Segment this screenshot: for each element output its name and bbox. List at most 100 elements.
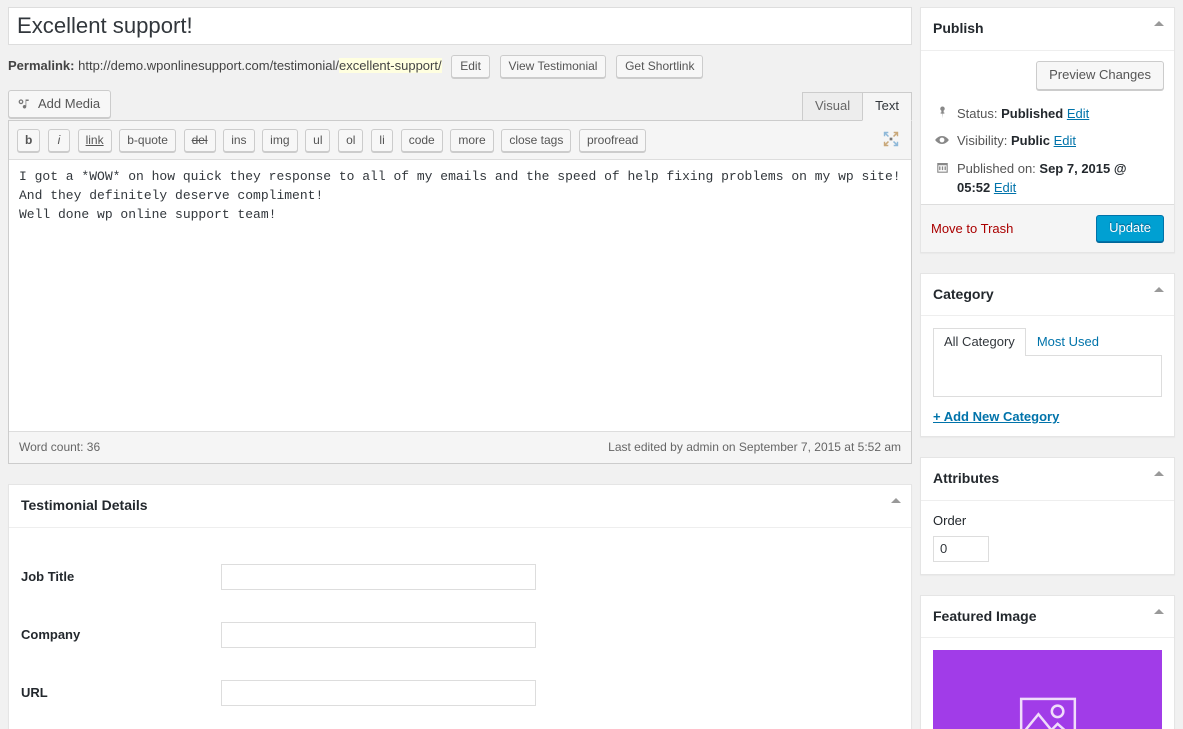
quicktag-img[interactable]: img <box>262 129 298 153</box>
chevron-up-icon[interactable] <box>891 498 901 504</box>
quicktags-toolbar: b i link b-quote del ins img ul ol li co… <box>9 121 911 161</box>
featured-image-body: NEWS featured image <box>921 638 1174 729</box>
eye-icon <box>933 131 951 149</box>
order-label: Order <box>933 512 967 528</box>
post-title-input[interactable] <box>8 7 912 45</box>
company-input[interactable] <box>221 621 536 648</box>
category-header[interactable]: Category <box>921 274 1174 317</box>
status-row: Status: Published Edit <box>933 100 1162 128</box>
preview-row: Preview Changes <box>931 60 1164 92</box>
quicktag-more[interactable]: more <box>450 129 494 153</box>
quicktag-ins[interactable]: ins <box>223 129 255 153</box>
featured-image-thumbnail[interactable]: NEWS featured image <box>933 650 1162 729</box>
featured-image-header[interactable]: Featured Image <box>921 596 1174 639</box>
move-to-trash-link[interactable]: Move to Trash <box>931 221 1013 236</box>
field-row-company: Company <box>21 606 899 664</box>
visibility-value: Public <box>1010 133 1050 149</box>
add-media-label: Add Media <box>38 96 101 112</box>
add-new-category-link[interactable]: + Add New Category <box>933 409 1059 424</box>
publish-header[interactable]: Publish <box>921 8 1174 51</box>
edit-permalink-button[interactable]: Edit <box>451 55 490 79</box>
tab-text[interactable]: Text <box>862 92 912 122</box>
editor-mode-tabs: Visual Text <box>801 92 912 122</box>
order-input[interactable] <box>933 535 989 562</box>
pin-icon <box>933 104 951 122</box>
visibility-row: Visibility: Public Edit <box>933 127 1162 155</box>
post-content-textarea[interactable]: I got a *WOW* on how quick they response… <box>9 160 911 429</box>
attributes-body: Order <box>921 501 1174 574</box>
testimonial-details-title: Testimonial Details <box>21 497 148 514</box>
attributes-header[interactable]: Attributes <box>921 458 1174 501</box>
distraction-free-writing-icon[interactable] <box>879 127 903 151</box>
publish-body: Preview Changes Status: Published Edit V… <box>921 51 1174 252</box>
quicktag-ul[interactable]: ul <box>305 129 331 153</box>
publish-title: Publish <box>933 20 984 36</box>
post-edit-screen: Permalink: http://demo.wponlinesupport.c… <box>0 0 1183 729</box>
company-label: Company <box>21 627 81 643</box>
chevron-up-icon[interactable] <box>1154 608 1164 614</box>
calendar-icon <box>933 159 951 177</box>
category-title: Category <box>933 285 994 302</box>
quicktag-link[interactable]: link <box>77 129 112 153</box>
quicktag-bold[interactable]: b <box>17 129 41 153</box>
quicktag-del[interactable]: del <box>183 129 216 153</box>
last-edited: Last edited by admin on September 7, 201… <box>608 440 901 455</box>
get-shortlink-button[interactable]: Get Shortlink <box>616 55 704 79</box>
view-testimonial-button[interactable]: View Testimonial <box>499 55 607 79</box>
tab-all-category[interactable]: All Category <box>933 328 1026 357</box>
category-metabox: Category All Category Most Used + Add Ne… <box>920 272 1175 438</box>
chevron-up-icon[interactable] <box>1154 286 1164 292</box>
quicktag-ol[interactable]: ol <box>338 129 364 153</box>
quicktag-code[interactable]: code <box>400 129 443 153</box>
update-button[interactable]: Update <box>1096 214 1164 242</box>
media-buttons-row: Add Media Visual Text <box>8 90 912 122</box>
content-editor: b i link b-quote del ins img ul ol li co… <box>8 120 912 465</box>
url-input[interactable] <box>221 679 536 706</box>
quicktag-italic[interactable]: i <box>47 129 70 153</box>
status-value: Published <box>1001 105 1064 121</box>
category-checklist[interactable] <box>933 355 1162 398</box>
quicktag-li[interactable]: li <box>371 129 394 153</box>
permalink-slug: excellent-support/ <box>338 58 442 73</box>
published-on-label: Published on: <box>957 160 1036 176</box>
featured-image-metabox: Featured Image NEWS featured image <box>920 594 1175 729</box>
image-icon <box>1019 697 1077 729</box>
job-title-label: Job Title <box>21 569 75 585</box>
edit-status-link[interactable]: Edit <box>1067 106 1089 121</box>
visibility-label: Visibility: <box>957 133 1008 149</box>
quicktag-bquote[interactable]: b-quote <box>119 129 176 153</box>
post-body-content: Permalink: http://demo.wponlinesupport.c… <box>0 0 920 729</box>
word-count: Word count: 36 <box>19 440 101 455</box>
add-media-button[interactable]: Add Media <box>8 90 112 119</box>
quicktag-close-tags[interactable]: close tags <box>501 129 572 153</box>
preview-changes-button[interactable]: Preview Changes <box>1036 60 1164 90</box>
category-body: All Category Most Used + Add New Categor… <box>921 316 1174 436</box>
publish-actions: Move to Trash Update <box>921 203 1174 252</box>
published-on-row: Published on: Sep 7, 2015 @ 05:52 Edit <box>933 155 1162 202</box>
attributes-title: Attributes <box>933 470 1000 487</box>
tab-most-used[interactable]: Most Used <box>1026 328 1110 356</box>
testimonial-details-header[interactable]: Testimonial Details <box>9 485 911 528</box>
category-tabs: All Category Most Used <box>933 328 1162 357</box>
edit-visibility-link[interactable]: Edit <box>1054 133 1076 148</box>
permalink-label: Permalink: <box>8 58 75 73</box>
permalink: Permalink: http://demo.wponlinesupport.c… <box>8 54 912 79</box>
status-label: Status: <box>957 105 998 121</box>
editor-status-bar: Word count: 36 Last edited by admin on S… <box>9 431 911 464</box>
chevron-up-icon[interactable] <box>1154 21 1164 26</box>
field-row-url: URL <box>21 664 899 722</box>
tab-visual[interactable]: Visual <box>801 92 864 121</box>
permalink-base-url: http://demo.wponlinesupport.com/testimon… <box>78 58 339 73</box>
field-row-job-title: Job Title <box>21 548 899 606</box>
quicktag-proofread[interactable]: proofread <box>578 129 647 153</box>
testimonial-details-metabox: Testimonial Details Job Title Company UR… <box>8 484 912 729</box>
testimonial-details-body: Job Title Company URL <box>9 528 911 729</box>
publish-meta-list: Status: Published Edit Visibility: Publi… <box>931 92 1164 204</box>
chevron-up-icon[interactable] <box>1154 471 1164 477</box>
post-sidebar: Publish Preview Changes Status: Publishe… <box>920 0 1183 729</box>
media-icon <box>17 96 33 112</box>
edit-published-on-link[interactable]: Edit <box>994 180 1016 195</box>
attributes-metabox: Attributes Order <box>920 457 1175 575</box>
job-title-input[interactable] <box>221 563 536 590</box>
publish-metabox: Publish Preview Changes Status: Publishe… <box>920 7 1175 253</box>
